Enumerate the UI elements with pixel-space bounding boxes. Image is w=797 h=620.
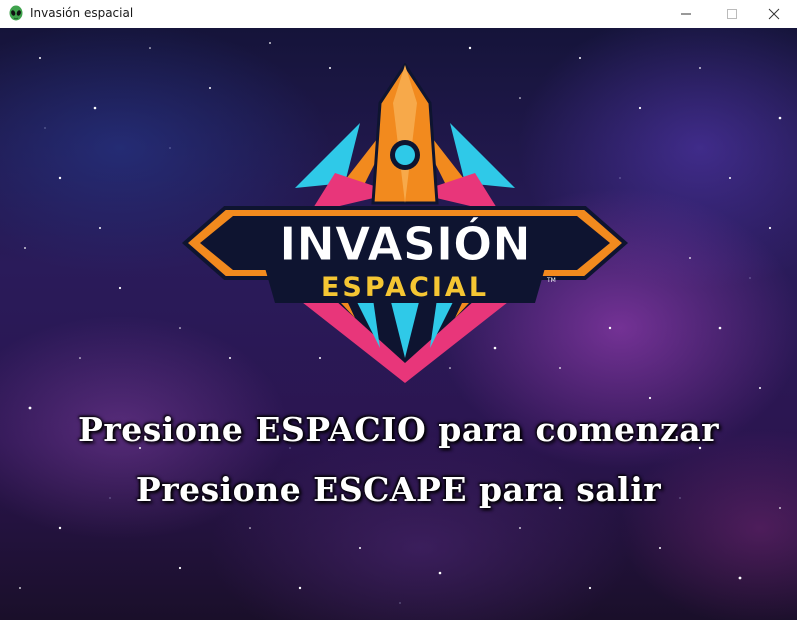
exit-prompt: Presione ESCAPE para salir	[135, 470, 662, 509]
maximize-icon	[727, 9, 737, 19]
window-title: Invasión espacial	[30, 6, 134, 20]
close-icon	[768, 8, 780, 20]
minimize-button[interactable]	[663, 0, 709, 28]
logo-title: INVASIÓN	[279, 217, 531, 271]
logo-subtitle: ESPACIAL	[321, 272, 489, 303]
minimize-icon	[681, 13, 691, 15]
maximize-button[interactable]	[709, 0, 755, 28]
title-bar: Invasión espacial	[0, 0, 797, 28]
logo-trademark: TM	[546, 277, 556, 284]
close-button[interactable]	[751, 0, 797, 28]
alien-icon	[8, 5, 24, 23]
game-logo: INVASIÓN ESPACIAL TM	[181, 63, 629, 383]
start-prompt: Presione ESPACIO para comenzar	[78, 410, 719, 449]
game-canvas[interactable]: INVASIÓN ESPACIAL TM Presione ESPACIO pa…	[0, 28, 797, 620]
